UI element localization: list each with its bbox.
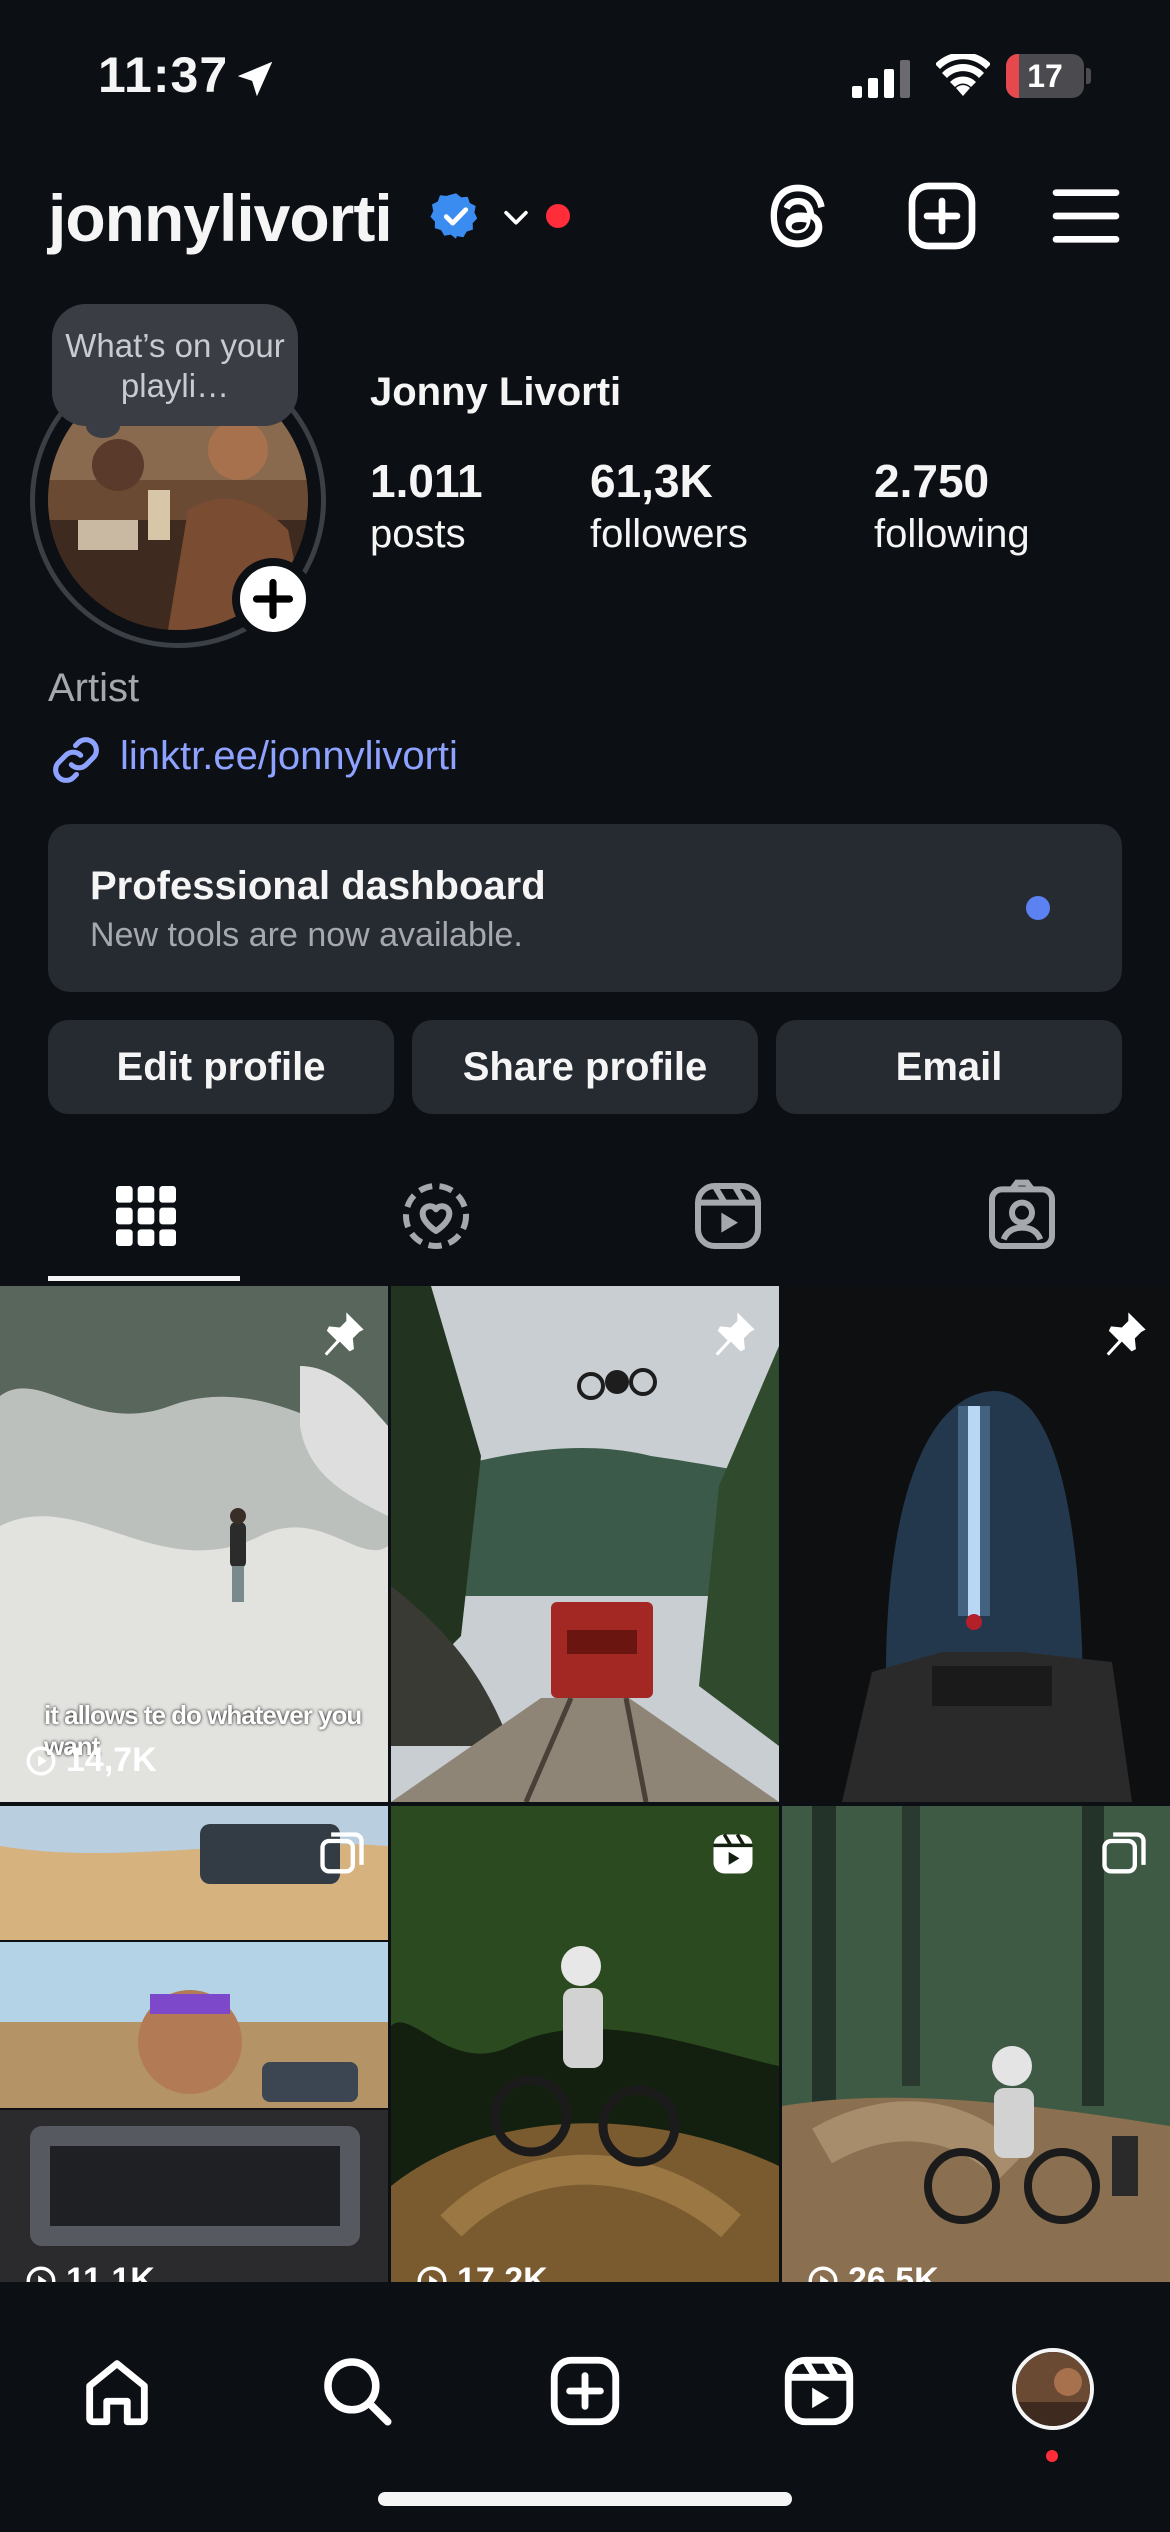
stat-following[interactable]: 2.750 following [874, 454, 1030, 557]
create-post-icon[interactable] [902, 176, 982, 256]
wifi-icon [936, 54, 990, 96]
home-icon[interactable] [76, 2350, 158, 2432]
stat-followers[interactable]: 61,3K followers [590, 454, 748, 557]
link-icon [53, 737, 99, 783]
reels-icon[interactable] [778, 2350, 860, 2432]
bio-link[interactable]: linktr.ee/jonnylivorti [120, 734, 458, 779]
post-views-count: 17,2K [457, 2261, 548, 2282]
username-switcher[interactable]: jonnylivorti [48, 180, 393, 256]
post-tile[interactable]: 26,5K [782, 1806, 1170, 2282]
stat-posts-value: 1.011 [370, 455, 483, 507]
notification-dot [546, 204, 570, 228]
post-tile[interactable] [391, 1286, 779, 1802]
add-story-button[interactable] [232, 558, 314, 640]
post-views-count: 14,7K [66, 1741, 157, 1779]
post-views: 14,7K [24, 1741, 157, 1780]
pin-icon [715, 1312, 755, 1356]
profile-notification-dot [1046, 2450, 1058, 2462]
post-tile[interactable]: it allows te do whatever you want 14,7K [0, 1286, 388, 1802]
share-profile-button[interactable]: Share profile [412, 1020, 758, 1114]
menu-icon[interactable] [1046, 176, 1126, 256]
carousel-icon [1102, 1832, 1146, 1874]
profile-header: jonnylivorti [0, 160, 1170, 270]
stat-following-value: 2.750 [874, 455, 990, 507]
post-views: 11,1K [24, 2261, 155, 2282]
post-tile[interactable] [782, 1286, 1170, 1802]
edit-profile-button[interactable]: Edit profile [48, 1020, 394, 1114]
tab-grid-icon[interactable] [106, 1176, 186, 1256]
play-count-icon [26, 2266, 56, 2282]
post-tile[interactable]: 11,1K [0, 1806, 388, 2282]
chevron-down-icon[interactable] [496, 200, 536, 234]
play-count-icon [417, 2266, 447, 2282]
stat-followers-value: 61,3K [590, 455, 713, 507]
location-arrow-icon [237, 61, 273, 97]
stat-posts-label: posts [370, 512, 466, 556]
email-button[interactable]: Email [776, 1020, 1122, 1114]
stat-followers-label: followers [590, 512, 748, 556]
post-views: 17,2K [415, 2261, 548, 2282]
battery-level: 17 [1027, 58, 1063, 94]
full-name: Jonny Livorti [370, 370, 622, 414]
play-count-icon [26, 1746, 56, 1775]
cellular-signal-icon [852, 60, 910, 98]
threads-icon[interactable] [758, 176, 838, 256]
search-icon[interactable] [316, 2350, 398, 2432]
active-tab-indicator [48, 1276, 240, 1281]
battery-icon: 17 [1006, 54, 1091, 98]
dashboard-title: Professional dashboard [90, 864, 546, 908]
post-views-count: 11,1K [66, 2261, 155, 2282]
post-views-count: 26,5K [848, 2261, 939, 2282]
stat-following-label: following [874, 512, 1030, 556]
post-views: 26,5K [806, 2261, 939, 2282]
tab-reels-icon[interactable] [688, 1176, 768, 1256]
reel-icon [713, 1833, 753, 1874]
professional-dashboard-card[interactable]: Professional dashboard New tools are now… [48, 824, 1122, 992]
note-bubble-tail [86, 414, 120, 438]
verified-badge-icon [430, 193, 478, 239]
tab-tagged-icon[interactable] [982, 1176, 1062, 1256]
dashboard-new-dot [1026, 896, 1050, 920]
note-bubble[interactable]: What’s on your playli… [52, 304, 298, 426]
post-tile[interactable]: 17,2K [391, 1806, 779, 2282]
status-time: 11:37 [98, 47, 229, 103]
carousel-icon [320, 1832, 364, 1874]
profile-category: Artist [48, 666, 140, 710]
home-indicator [378, 2492, 792, 2506]
dashboard-subtitle: New tools are now available. [90, 916, 523, 954]
pin-icon [1106, 1312, 1146, 1356]
status-bar: 11:37 17 [0, 0, 1170, 150]
play-count-icon [808, 2266, 838, 2282]
posts-grid: it allows te do whatever you want 14,7K [0, 1286, 1170, 2282]
tab-collab-heart-icon[interactable] [396, 1176, 476, 1256]
profile-avatar[interactable] [1012, 2348, 1094, 2430]
pin-icon [324, 1312, 364, 1356]
create-icon[interactable] [544, 2350, 626, 2432]
stat-posts[interactable]: 1.011 posts [370, 454, 483, 557]
